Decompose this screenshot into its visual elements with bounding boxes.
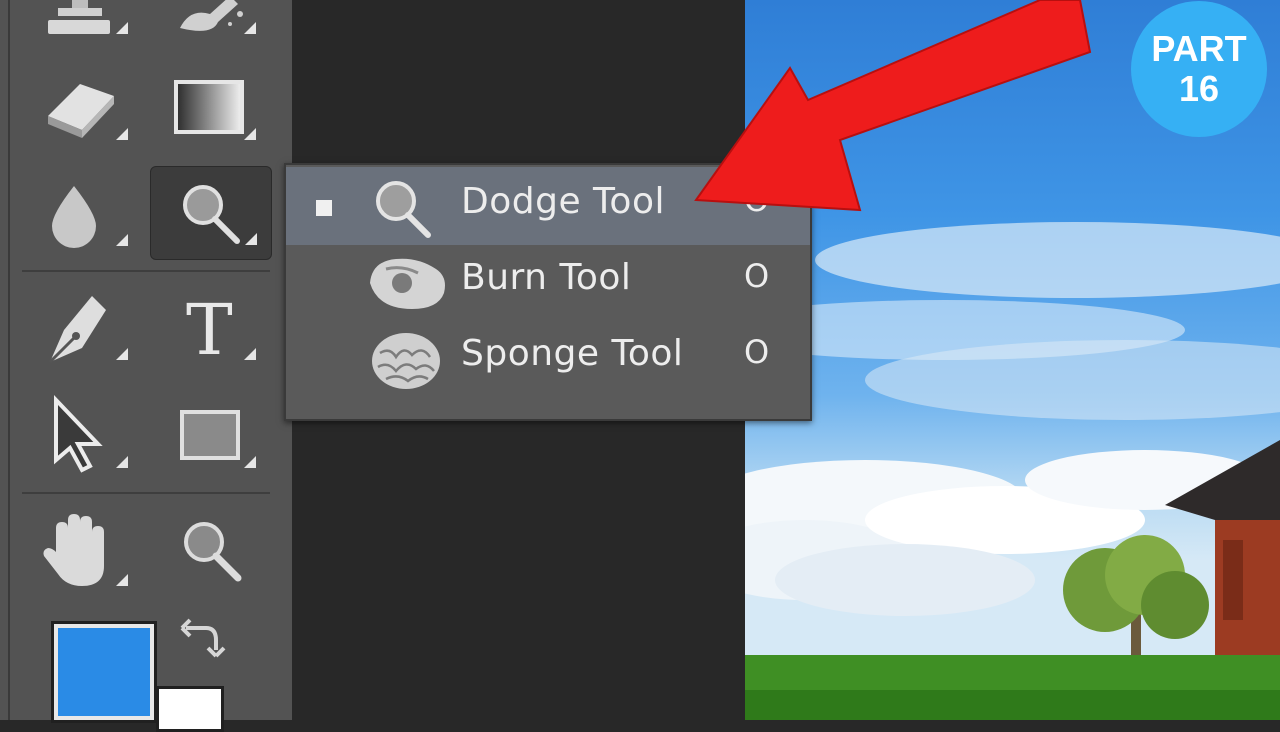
pen-tool[interactable] (22, 282, 142, 374)
menu-item-shortcut: O (744, 257, 770, 295)
submenu-indicator (116, 128, 128, 140)
submenu-indicator (244, 348, 256, 360)
rectangle-shape-icon (180, 410, 240, 460)
submenu-indicator (116, 234, 128, 246)
selected-indicator (316, 200, 332, 216)
submenu-indicator (116, 22, 128, 34)
submenu-indicator (244, 128, 256, 140)
hand-tool[interactable] (22, 508, 142, 600)
blur-tool[interactable] (22, 168, 142, 260)
badge-line-1: PART (1151, 28, 1247, 69)
burn-hand-icon (370, 258, 445, 309)
blur-drop-icon (52, 186, 96, 248)
gradient-tool[interactable] (150, 62, 270, 154)
rectangle-tool[interactable] (150, 390, 270, 482)
eraser-icon (48, 84, 114, 138)
clone-stamp-tool[interactable] (22, 0, 142, 48)
path-selection-tool[interactable] (22, 390, 142, 482)
dodge-tool[interactable] (150, 166, 272, 260)
hand-icon (43, 514, 104, 586)
type-tool[interactable]: T (150, 282, 270, 374)
panel-edge (8, 0, 10, 720)
submenu-indicator (244, 22, 256, 34)
menu-item-shortcut: O (744, 333, 770, 371)
foreground-color-swatch[interactable] (51, 621, 157, 723)
submenu-indicator (116, 348, 128, 360)
swap-colors-icon[interactable] (176, 614, 226, 664)
history-brush-tool[interactable] (150, 0, 270, 48)
submenu-indicator (245, 233, 257, 245)
tools-panel: T (0, 0, 292, 732)
menu-item-burn-tool[interactable]: Burn Tool O (286, 243, 810, 321)
menu-item-sponge-tool[interactable]: Sponge Tool O (286, 319, 810, 397)
submenu-indicator (244, 456, 256, 468)
dodge-icon (376, 181, 431, 238)
background-color-swatch[interactable] (156, 686, 224, 732)
gradient-icon (174, 80, 244, 134)
submenu-indicator (116, 456, 128, 468)
svg-text:T: T (186, 289, 233, 371)
sponge-icon (372, 333, 440, 389)
red-arrow-annotation (694, 0, 1092, 212)
pen-icon (48, 296, 106, 364)
dodge-icon (183, 185, 240, 244)
menu-item-label: Sponge Tool (461, 333, 684, 374)
part-badge: PART 16 (1131, 1, 1267, 137)
toolbar-divider (22, 270, 270, 272)
eraser-tool[interactable] (22, 62, 142, 154)
zoom-tool[interactable] (150, 508, 270, 600)
menu-item-label: Burn Tool (461, 257, 632, 298)
path-selection-arrow-icon (54, 395, 103, 473)
submenu-indicator (116, 574, 128, 586)
type-icon: T (186, 289, 233, 371)
menu-item-label: Dodge Tool (461, 181, 665, 222)
toolbar-divider (22, 492, 270, 494)
badge-line-2: 16 (1178, 68, 1220, 109)
zoom-icon (184, 522, 242, 582)
